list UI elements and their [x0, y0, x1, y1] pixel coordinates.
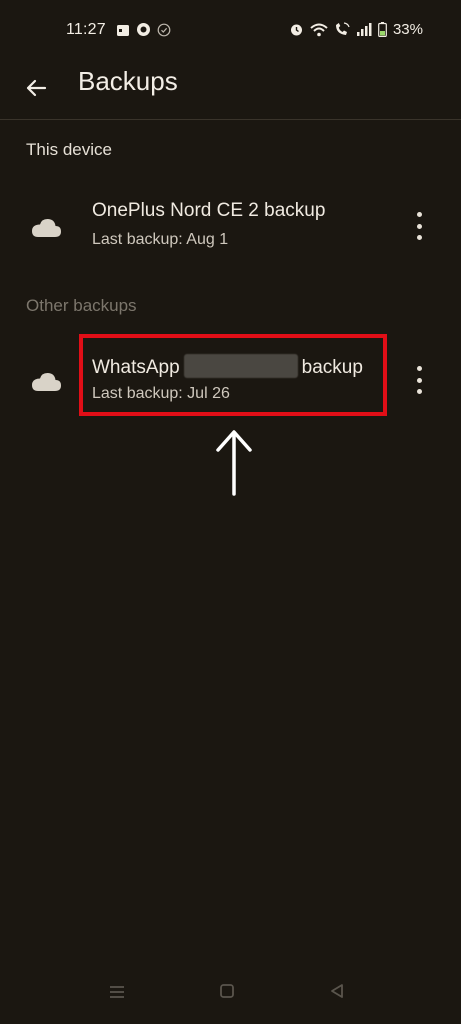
more-vert-icon-dot [416, 377, 422, 383]
status-left-icons [116, 22, 171, 37]
status-time: 11:27 [66, 21, 106, 38]
record-icon [137, 23, 150, 36]
more-options-button[interactable] [413, 366, 425, 394]
highlight-box [79, 334, 387, 416]
more-vert-icon-dot [416, 389, 422, 394]
wifi-icon [310, 23, 328, 36]
menu-lines-icon[interactable] [108, 984, 126, 1000]
backup-title: OnePlus Nord CE 2 backup [92, 200, 326, 221]
calendar-icon [117, 24, 129, 36]
home-square-icon[interactable] [219, 983, 235, 999]
more-vert-icon [416, 366, 422, 371]
system-nav-bar [0, 968, 461, 1024]
more-vert-icon-dot [416, 235, 422, 240]
wifi-call-icon [335, 22, 350, 35]
status-right-icons: 33% [289, 21, 423, 38]
more-options-button[interactable] [413, 212, 425, 240]
app-bar: Backups [0, 60, 461, 108]
section-header-other-backups: Other backups [26, 296, 137, 315]
cloud-icon [32, 373, 61, 391]
more-vert-icon [416, 212, 422, 217]
more-vert-icon-dot [416, 223, 422, 229]
page-title: Backups [78, 66, 178, 96]
signal-icon [356, 22, 372, 36]
battery-icon [378, 22, 387, 37]
back-triangle-icon[interactable] [329, 983, 345, 999]
backup-subtitle: Last backup: Aug 1 [92, 231, 229, 248]
divider [0, 119, 461, 120]
back-button[interactable] [20, 72, 52, 104]
alarm-icon [290, 24, 302, 36]
section-header-this-device: This device [26, 140, 112, 159]
annotation-arrow-up-icon [216, 430, 252, 496]
arrow-left-icon [26, 79, 47, 97]
check-circle-icon [157, 23, 171, 36]
battery-percent: 33% [392, 21, 423, 38]
cloud-icon [32, 219, 61, 237]
backup-item-oneplus[interactable]: OnePlus Nord CE 2 backup Last backup: Au… [0, 192, 461, 260]
status-bar: 11:27 33% [0, 0, 461, 64]
